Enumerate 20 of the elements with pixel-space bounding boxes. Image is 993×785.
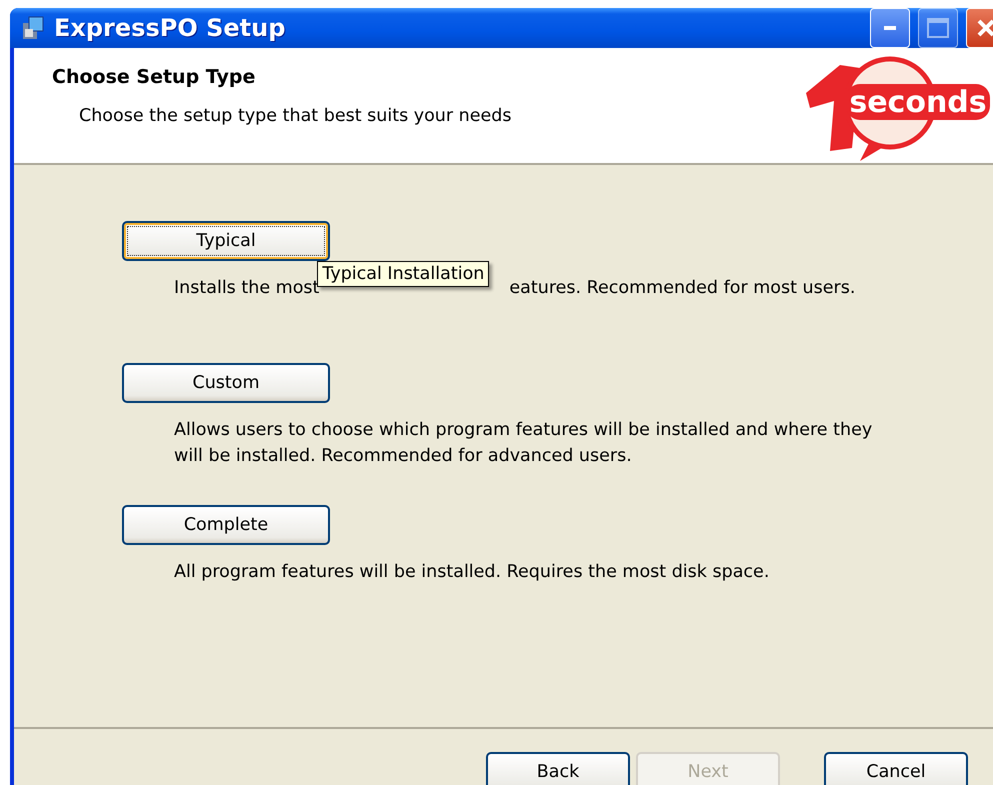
close-icon [976, 18, 993, 38]
maximize-button[interactable] [918, 8, 958, 48]
tooltip: Typical Installation [317, 261, 490, 287]
option-description: Installs the most [174, 277, 320, 300]
option-description: Allows users to choose which program features will be installed and where they will be installed. Recommended for advanced users. [174, 419, 874, 468]
option-description: All program features will be installed. Requires the most disk space. [174, 561, 770, 584]
header-title: Choose Setup Type [52, 66, 256, 88]
window-title: ExpressPO Setup [54, 14, 286, 42]
nav-button[interactable]: Cancel [824, 752, 968, 785]
minimize-button[interactable] [870, 8, 910, 48]
setup-type-button[interactable]: Custom [122, 363, 330, 403]
maximize-icon [927, 18, 949, 38]
setup-type-button[interactable]: Complete [122, 505, 330, 545]
header-subtitle: Choose the setup type that best suits your needs [78, 106, 513, 126]
option-description: eatures. Recommended for most users. [509, 277, 856, 300]
nav-button[interactable]: Back [486, 752, 630, 785]
setup-type-button[interactable]: Typical [122, 221, 330, 261]
logo: seconds [790, 53, 990, 163]
minimize-icon [884, 26, 896, 30]
installer-icon [20, 15, 46, 41]
